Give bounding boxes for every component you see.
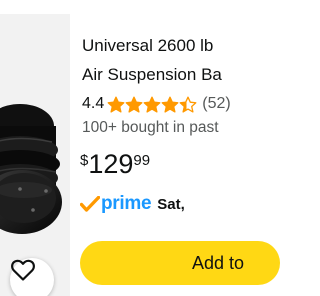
prime-delivery: prime Sat, [80, 193, 185, 215]
heart-outline-icon [11, 259, 35, 281]
product-title[interactable]: Universal 2600 lb Air Suspension Ba [82, 31, 282, 89]
price-currency: $ [80, 152, 89, 169]
rating-row[interactable]: 4.4 (52) [82, 94, 231, 114]
star-rating [107, 96, 197, 113]
price-whole: 129 [88, 149, 134, 179]
star-icon [107, 96, 125, 113]
product-title-line-1[interactable]: Universal 2600 lb [82, 31, 282, 60]
add-to-cart-button[interactable]: Add to [80, 241, 280, 285]
product-card[interactable]: Universal 2600 lb Air Suspension Ba 4.4 … [0, 0, 280, 296]
bought-in-past-month: 100+ bought in past [82, 119, 219, 136]
star-icon [143, 96, 161, 113]
wishlist-button[interactable] [10, 258, 54, 296]
air-bag-image [0, 104, 62, 234]
rating-value: 4.4 [82, 95, 105, 112]
checkmark-icon [80, 196, 100, 212]
star-icon [125, 96, 143, 113]
star-icon [179, 96, 197, 113]
product-image[interactable] [0, 14, 70, 296]
review-count[interactable]: (52) [202, 95, 230, 113]
delivery-date: Sat, [157, 195, 185, 213]
prime-badge: prime [101, 193, 152, 214]
price: $ 129 99 [80, 149, 150, 179]
price-fraction: 99 [133, 152, 151, 169]
star-icon [161, 96, 179, 113]
product-title-line-2[interactable]: Air Suspension Ba [82, 60, 282, 89]
